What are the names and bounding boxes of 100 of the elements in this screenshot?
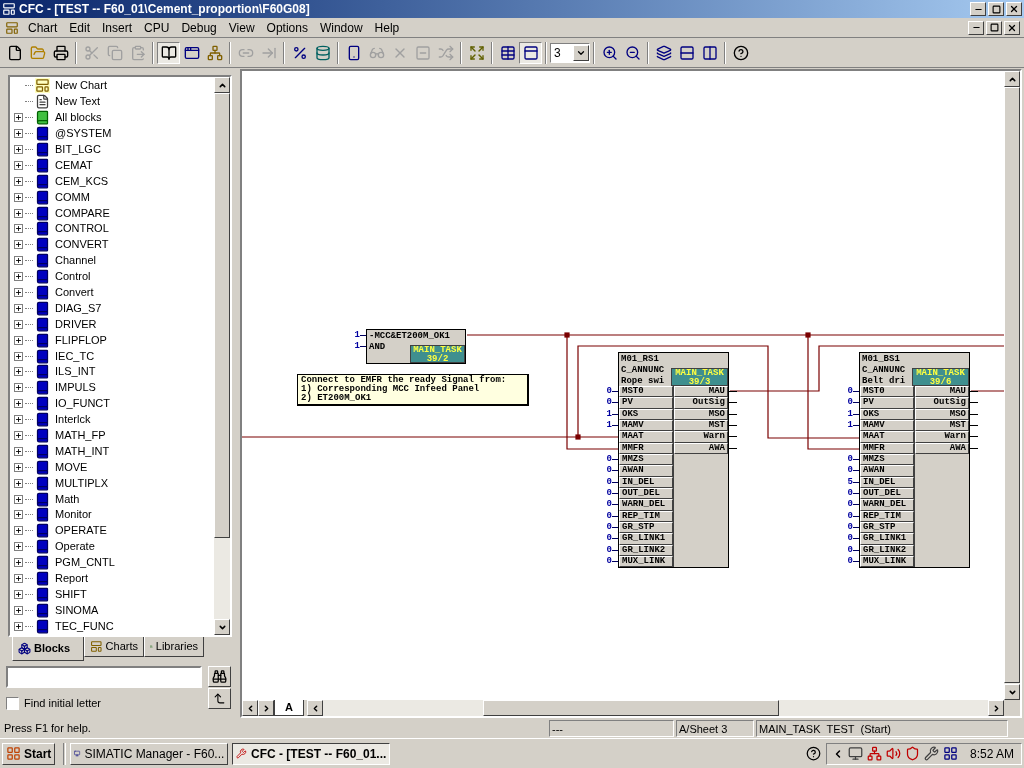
expand-button[interactable] xyxy=(14,129,23,139)
minimize-button[interactable] xyxy=(968,20,984,35)
scroll-thumb[interactable] xyxy=(483,700,779,716)
expand-button[interactable] xyxy=(14,351,23,361)
tree-item[interactable]: Interlck xyxy=(52,413,91,427)
input-pin[interactable]: MMFR xyxy=(860,442,914,454)
tree-item[interactable]: Math xyxy=(52,492,80,506)
speaker-icon[interactable] xyxy=(885,746,901,761)
output-pin[interactable]: AWA xyxy=(674,442,728,454)
tree-item[interactable]: SINOMA xyxy=(52,603,99,617)
input-pin[interactable]: GR_STP xyxy=(619,521,673,534)
scroll-down-button[interactable] xyxy=(214,619,230,635)
tree-item[interactable]: CONVERT xyxy=(52,238,109,252)
tree-item[interactable]: PGM_CNTL xyxy=(52,556,115,570)
expand-button[interactable] xyxy=(14,526,23,536)
tree-item[interactable]: SHIFT xyxy=(52,587,87,601)
menu-item[interactable]: Options xyxy=(260,18,314,37)
function-block[interactable]: M01_BS1 C_ANNUNC Belt dri MAIN_TASK 39/6 MST0 PV OKS MAMV MAAT MMFR MMZS AWAN IN_DEL OUT_DEL WARN_DEL REP_TIM GR_STP GR_LINK1 GR_LINK2 MUX_LINK MAU OutSig MSO MST Warn AWA xyxy=(859,352,970,569)
expand-button[interactable] xyxy=(14,208,23,218)
expand-button[interactable] xyxy=(14,272,23,282)
expand-button[interactable] xyxy=(14,192,23,202)
tree-item[interactable]: New Chart xyxy=(52,79,107,93)
output-pin[interactable]: Warn xyxy=(674,431,728,443)
scroll-down-button[interactable] xyxy=(1004,684,1020,700)
expand-button[interactable] xyxy=(14,621,23,631)
expand-button[interactable] xyxy=(14,446,23,456)
menu-item[interactable]: Chart xyxy=(22,18,64,37)
input-pin[interactable]: WARN_DEL xyxy=(619,499,673,511)
menu-item[interactable]: View xyxy=(222,18,261,37)
computer-icon[interactable] xyxy=(847,746,863,761)
sheet-tab[interactable]: A xyxy=(274,700,304,716)
tree-item[interactable]: DIAG_S7 xyxy=(52,301,102,315)
input-pin[interactable]: MMZS xyxy=(619,453,673,466)
output-pin[interactable]: MSO xyxy=(674,408,728,420)
document-icon[interactable] xyxy=(5,20,19,35)
scroll-right-button[interactable] xyxy=(988,700,1004,716)
tree-item[interactable]: All blocks xyxy=(52,111,102,125)
chart-canvas[interactable] xyxy=(242,71,1004,700)
output-pin[interactable]: MST xyxy=(915,420,969,432)
tree-item[interactable]: CEM_KCS xyxy=(52,174,109,188)
expand-button[interactable] xyxy=(14,605,23,615)
expand-button[interactable] xyxy=(14,145,23,154)
expand-button[interactable] xyxy=(14,399,23,409)
expand-button[interactable] xyxy=(14,383,23,393)
input-pin[interactable]: MAMV xyxy=(860,420,914,432)
tree-item[interactable]: IO_FUNCT xyxy=(52,397,110,411)
grid-icon[interactable] xyxy=(942,746,958,761)
expand-button[interactable] xyxy=(14,478,23,488)
expand-button[interactable] xyxy=(14,462,23,472)
tree-item[interactable]: IMPULS xyxy=(52,381,96,395)
tree-item[interactable]: @SYSTEM xyxy=(52,127,112,141)
tree-item[interactable]: COMPARE xyxy=(52,206,110,220)
tree-item[interactable]: OPERATE xyxy=(52,524,107,538)
tree-item[interactable]: MATH_FP xyxy=(52,429,106,443)
tool-icon[interactable] xyxy=(923,746,939,761)
scroll-left-button[interactable] xyxy=(307,700,323,716)
tree-item[interactable]: ILS_INT xyxy=(52,365,96,379)
tree-item[interactable]: FLIPFLOP xyxy=(52,333,107,347)
expand-button[interactable] xyxy=(14,367,23,377)
output-pin[interactable]: MST xyxy=(674,420,728,432)
expand-button[interactable] xyxy=(14,256,23,266)
function-block[interactable]: -MCC&ET200M_OK1 AND MAIN_TASK 39/2 xyxy=(366,329,466,364)
input-pin[interactable]: GR_LINK1 xyxy=(619,533,673,545)
tree-item[interactable]: Monitor xyxy=(52,508,92,522)
tree-item[interactable]: New Text xyxy=(52,95,101,109)
expand-button[interactable] xyxy=(14,224,23,234)
input-pin[interactable]: IN_DEL xyxy=(619,476,673,488)
tree-item[interactable]: IEC_TC xyxy=(52,349,95,363)
input-pin[interactable]: REP_TIM xyxy=(619,510,673,522)
tree-item[interactable]: BIT_LGC xyxy=(52,143,101,156)
tree-item[interactable]: MATH_INT xyxy=(52,444,110,458)
input-pin[interactable]: MAMV xyxy=(619,420,673,432)
expand-button[interactable] xyxy=(14,542,23,552)
input-pin[interactable]: IN_DEL xyxy=(860,476,914,488)
checkbox[interactable] xyxy=(6,696,19,710)
input-pin[interactable]: MMFR xyxy=(619,442,673,454)
tree-item[interactable]: Convert xyxy=(52,286,94,299)
scroll-up-button[interactable] xyxy=(214,77,230,93)
horizontal-scrollbar[interactable] xyxy=(307,700,1004,716)
tree-item[interactable]: Report xyxy=(52,572,89,586)
input-pin[interactable]: MAAT xyxy=(619,431,673,443)
taskbar-button[interactable]: CFC - [TEST -- F60_01... xyxy=(232,742,391,765)
tree-item[interactable]: CONTROL xyxy=(52,222,109,236)
output-pin[interactable]: AWA xyxy=(915,442,969,454)
toolbar-button[interactable] xyxy=(519,41,542,64)
vertical-scrollbar[interactable] xyxy=(214,77,230,635)
input-pin[interactable]: MAAT xyxy=(860,431,914,443)
catalog-tab[interactable]: Charts xyxy=(84,637,144,657)
input-pin[interactable]: GR_LINK2 xyxy=(619,544,673,556)
input-pin[interactable]: WARN_DEL xyxy=(860,499,914,511)
expand-button[interactable] xyxy=(14,558,23,568)
help-icon[interactable] xyxy=(805,746,821,761)
restore-button[interactable] xyxy=(986,20,1002,35)
input-pin[interactable]: OKS xyxy=(619,408,673,420)
restore-button[interactable] xyxy=(988,2,1004,16)
expand-button[interactable] xyxy=(14,303,23,313)
tree-item[interactable]: CEMAT xyxy=(52,158,93,172)
tree-item[interactable]: Operate xyxy=(52,540,95,554)
tree-item[interactable]: MOVE xyxy=(52,460,88,474)
input-pin[interactable]: GR_LINK1 xyxy=(860,533,914,545)
